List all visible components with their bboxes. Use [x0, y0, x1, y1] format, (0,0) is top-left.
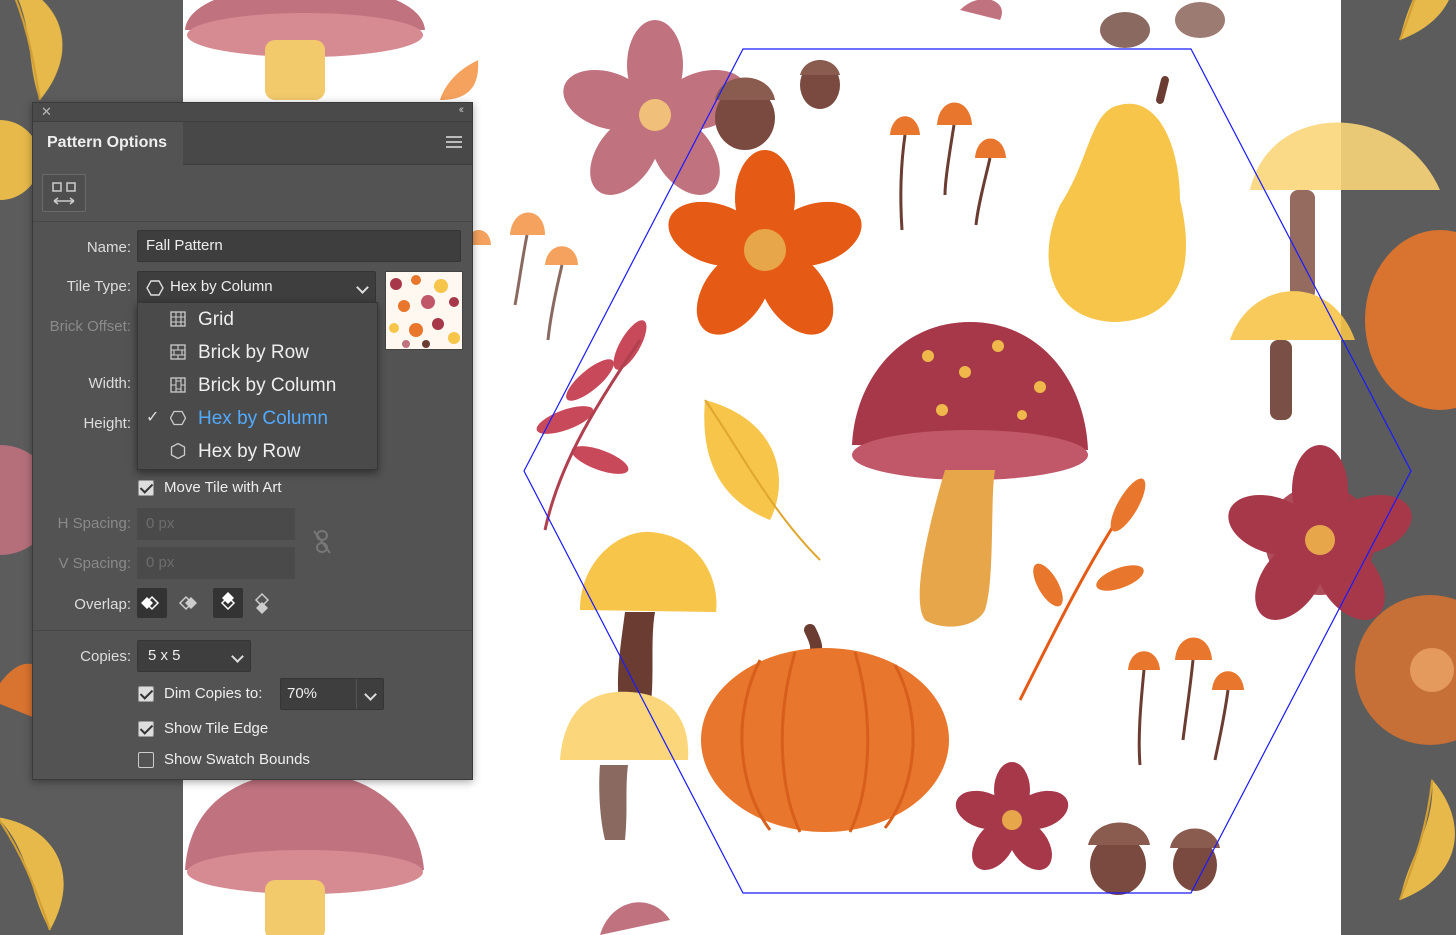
tile-type-dropdown[interactable]: Hex by Column	[137, 271, 376, 303]
hex-column-icon	[146, 280, 164, 296]
pattern-preview-thumbnail	[385, 271, 463, 350]
separator	[33, 630, 472, 631]
hex-row-icon	[170, 443, 186, 459]
overlap-top-in-front-button[interactable]	[213, 588, 243, 618]
width-label: Width:	[88, 375, 131, 392]
tile-type-menu: Grid Brick by Row Brick by Column ✓ Hex …	[137, 302, 378, 470]
move-tile-label: Move Tile with Art	[164, 479, 282, 496]
pattern-tile-tool-button[interactable]	[42, 174, 86, 212]
dim-copies-checkbox[interactable]	[138, 686, 154, 702]
overlap-bottom-icon	[254, 592, 270, 614]
menu-item-brick-by-column[interactable]: Brick by Column	[138, 369, 377, 402]
panel-menu-icon[interactable]	[446, 136, 462, 151]
tile-type-label: Tile Type:	[66, 278, 131, 295]
move-tile-checkbox[interactable]	[138, 480, 154, 496]
chevron-down-icon	[231, 650, 244, 663]
panel-tab-row: Pattern Options	[33, 122, 472, 165]
dim-copies-dropdown[interactable]: 70%	[280, 678, 384, 710]
height-label: Height:	[83, 415, 131, 432]
hex-column-icon	[170, 410, 186, 426]
copies-label: Copies:	[80, 648, 131, 665]
menu-item-grid[interactable]: Grid	[138, 303, 377, 336]
menu-item-brick-by-row[interactable]: Brick by Row	[138, 336, 377, 369]
collapse-icon[interactable]: ‹‹	[459, 104, 465, 116]
pattern-options-panel: ✕ ‹‹ Pattern Options Name: Fall Pattern …	[32, 102, 473, 780]
grid-icon	[170, 311, 186, 327]
v-spacing-input[interactable]: 0 px	[137, 547, 295, 579]
overlap-right-icon	[178, 595, 197, 611]
close-icon[interactable]: ✕	[41, 104, 52, 120]
v-spacing-label: V Spacing:	[58, 555, 131, 572]
show-swatch-bounds-label: Show Swatch Bounds	[164, 751, 310, 768]
checkmark-icon: ✓	[146, 409, 160, 426]
overlap-top-icon	[220, 592, 236, 611]
menu-item-hex-by-row[interactable]: Hex by Row	[138, 435, 377, 468]
overlap-right-in-front-button[interactable]	[171, 588, 201, 618]
link-spacing-icon[interactable]	[311, 529, 333, 555]
brick-column-icon	[170, 377, 186, 393]
h-spacing-input[interactable]: 0 px	[137, 508, 295, 540]
menu-item-hex-by-column[interactable]: ✓ Hex by Column	[138, 402, 377, 435]
overlap-left-in-front-button[interactable]	[137, 588, 167, 618]
show-tile-edge-checkbox[interactable]	[138, 721, 154, 737]
separator	[33, 221, 472, 222]
chevron-down-icon	[364, 688, 377, 701]
brick-offset-label: Brick Offset:	[49, 318, 131, 335]
dim-copies-label: Dim Copies to:	[164, 685, 263, 702]
tab-pattern-options[interactable]: Pattern Options	[33, 122, 183, 165]
overlap-label: Overlap:	[74, 596, 131, 613]
name-input[interactable]: Fall Pattern	[137, 230, 461, 262]
brick-row-icon	[170, 344, 186, 360]
overlap-left-icon	[141, 595, 160, 611]
tile-type-value: Hex by Column	[170, 278, 273, 295]
overlap-bottom-in-front-button[interactable]	[247, 588, 277, 618]
name-label: Name:	[86, 239, 131, 256]
h-spacing-label: H Spacing:	[57, 515, 131, 532]
pattern-tile-tool-icon	[52, 182, 76, 205]
panel-titlebar: ✕ ‹‹	[33, 103, 472, 122]
copies-dropdown[interactable]: 5 x 5	[137, 640, 251, 672]
chevron-down-icon	[356, 281, 369, 294]
show-tile-edge-label: Show Tile Edge	[164, 720, 269, 737]
show-swatch-bounds-checkbox[interactable]	[138, 752, 154, 768]
